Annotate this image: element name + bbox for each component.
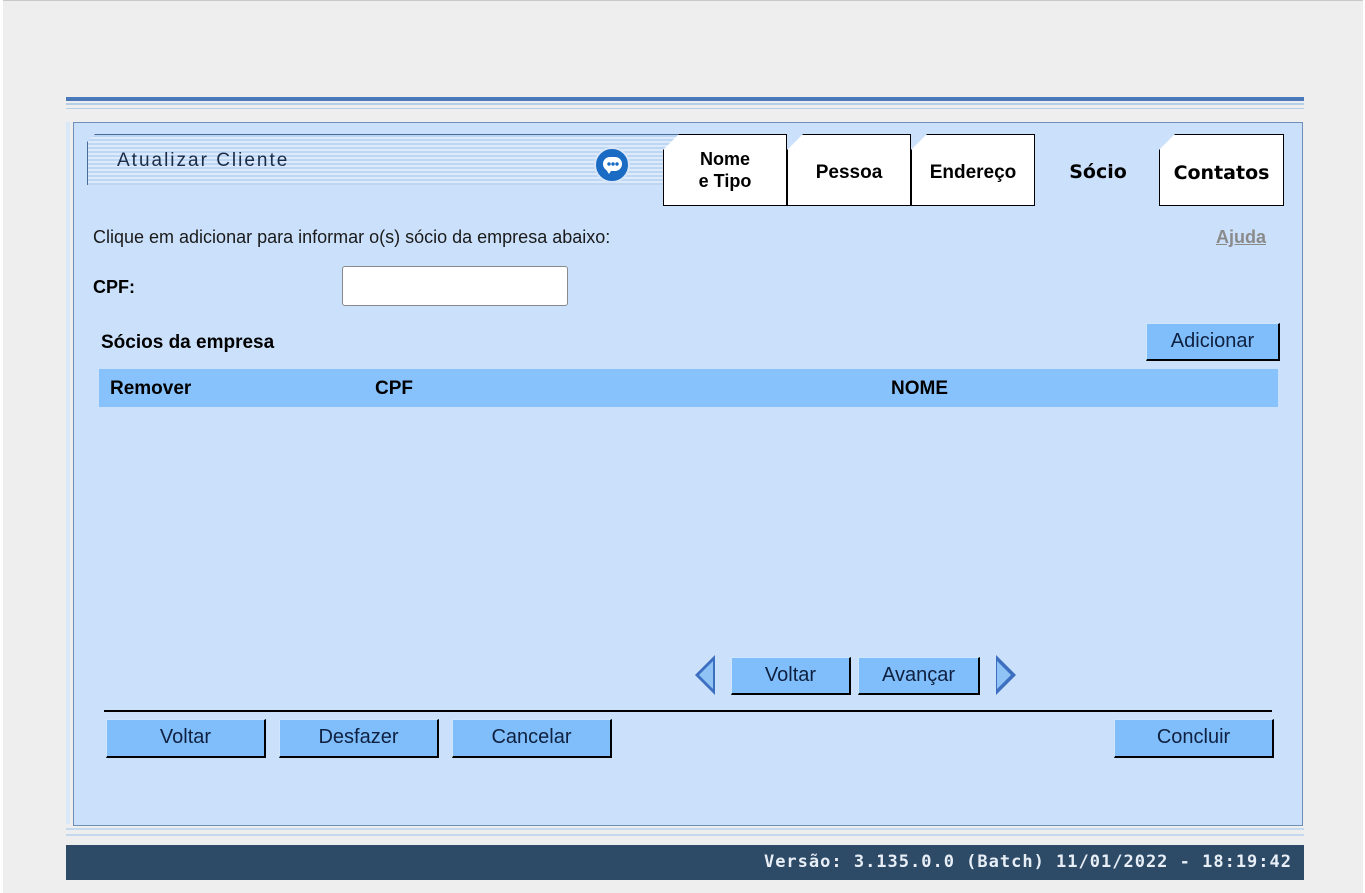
column-header-remover: Remover xyxy=(110,378,192,399)
header-rule-light xyxy=(66,103,1304,105)
tab-pessoa[interactable]: Pessoa xyxy=(787,134,911,206)
actions-divider xyxy=(104,710,1272,712)
panel-left-stripe xyxy=(66,122,70,824)
instructions-text: Clique em adicionar para informar o(s) s… xyxy=(93,227,611,247)
tab-pessoa-label: Pessoa xyxy=(815,162,883,183)
tab-nome-e-tipo-label: Nome e Tipo xyxy=(664,148,786,192)
column-header-cpf: CPF xyxy=(375,378,413,399)
tab-endereco-label: Endereço xyxy=(929,162,1017,183)
finish-button[interactable]: Concluir xyxy=(1114,719,1274,758)
arrow-right-icon-inner xyxy=(997,661,1011,689)
chat-bubble-dots xyxy=(607,161,619,167)
tab-nome-e-tipo[interactable]: Nome e Tipo xyxy=(663,134,787,206)
tab-socio[interactable]: Sócio xyxy=(1036,134,1160,209)
socios-section-title: Sócios da empresa xyxy=(101,332,275,353)
tab-contatos[interactable]: Contatos xyxy=(1159,134,1284,206)
column-header-nome: NOME xyxy=(891,378,948,399)
pagination-next-button[interactable]: Avançar xyxy=(858,657,980,695)
header-rule-thin xyxy=(66,108,1304,109)
cpf-label: CPF: xyxy=(93,277,135,297)
tab-nome-line2: e Tipo xyxy=(698,171,752,191)
back-button[interactable]: Voltar xyxy=(106,719,266,758)
tab-nome-line1: Nome xyxy=(699,149,750,169)
footer-rule-light xyxy=(66,834,1304,836)
footer-rule xyxy=(66,828,1304,830)
cancel-button[interactable]: Cancelar xyxy=(452,719,612,758)
help-link[interactable]: Ajuda xyxy=(1216,227,1266,248)
chat-bubble-tail xyxy=(605,168,613,174)
version-text: Versão: 3.135.0.0 (Batch) 11/01/2022 - 1… xyxy=(763,852,1292,872)
tab-socio-label: Sócio xyxy=(1069,161,1127,183)
tab-endereco[interactable]: Endereço xyxy=(911,134,1035,206)
tab-contatos-label: Contatos xyxy=(1173,162,1270,184)
socios-table-header: Remover CPF NOME xyxy=(99,369,1278,407)
window-title-tab: Atualizar Cliente xyxy=(87,134,679,185)
cpf-input[interactable] xyxy=(342,266,568,306)
add-socio-button[interactable]: Adicionar xyxy=(1146,323,1280,361)
pagination-prev-button[interactable]: Voltar xyxy=(731,657,851,695)
chat-bubble-icon[interactable] xyxy=(594,147,630,183)
undo-button[interactable]: Desfazer xyxy=(279,719,439,758)
footer-bar: Versão: 3.135.0.0 (Batch) 11/01/2022 - 1… xyxy=(66,845,1304,880)
header-rule xyxy=(66,97,1304,101)
arrow-left-icon-inner xyxy=(699,661,713,689)
page-title: Atualizar Cliente xyxy=(117,150,290,171)
